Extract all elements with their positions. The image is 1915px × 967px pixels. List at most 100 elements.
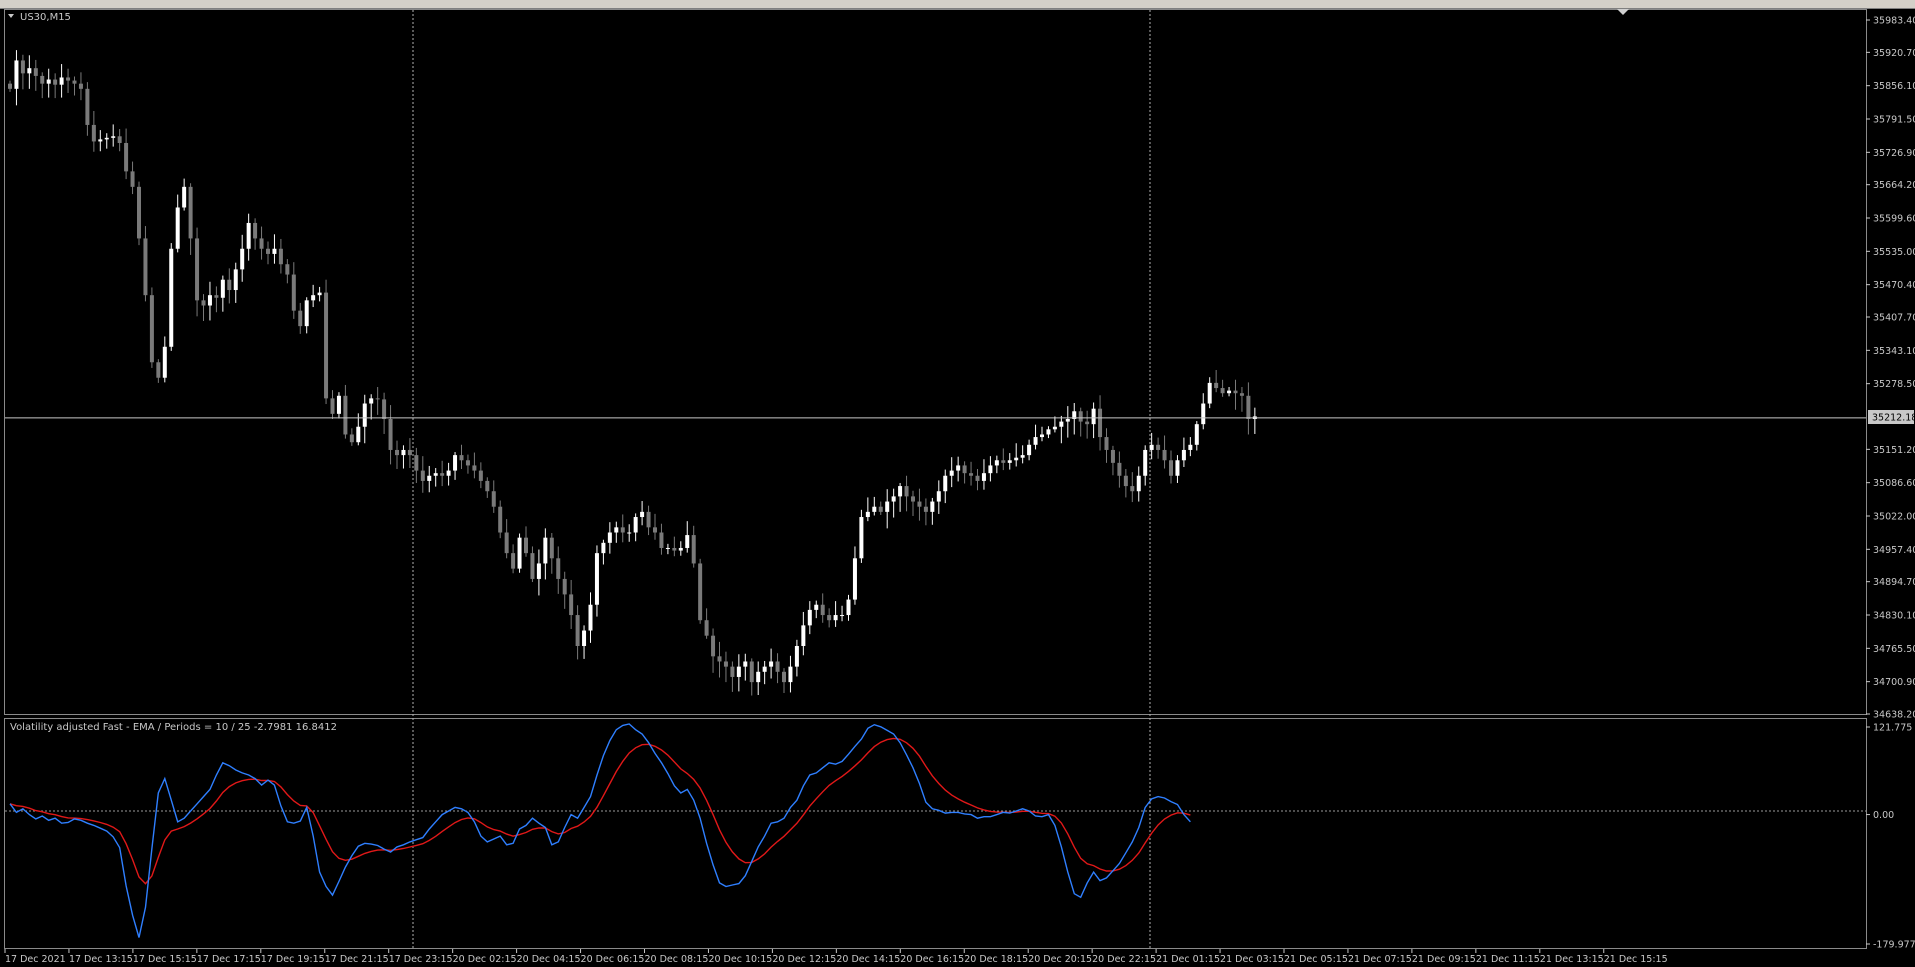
candle-body xyxy=(1078,411,1083,422)
candle-body xyxy=(556,558,561,579)
candle-body xyxy=(304,300,309,327)
candle-body xyxy=(898,486,903,497)
price-axis-label: 35407.70 xyxy=(1873,313,1915,324)
candle-body xyxy=(782,671,786,683)
candle-body xyxy=(923,506,928,512)
price-axis-label: 35726.90 xyxy=(1873,148,1915,159)
candle-body xyxy=(1007,460,1012,463)
candle-body xyxy=(627,532,632,534)
price-axis-label: 35983.40 xyxy=(1873,16,1915,27)
time-axis[interactable]: 17 Dec 2021 17 Dec 13:15 17 Dec 15:15 17 De… xyxy=(4,949,1668,965)
candle-body xyxy=(594,553,599,605)
candle-body xyxy=(607,532,612,543)
candle-body xyxy=(562,578,567,595)
time-axis-label: 17 Dec 19:15 xyxy=(261,954,325,965)
candle-body xyxy=(743,661,748,667)
candle-body xyxy=(575,615,580,647)
candle-body xyxy=(801,625,806,647)
candle-body xyxy=(1110,449,1115,463)
time-axis-label: 20 Dec 20:15 xyxy=(1028,954,1092,965)
candle-body xyxy=(736,666,741,677)
candle-body xyxy=(375,398,380,400)
candle-body xyxy=(569,594,574,616)
candle-body xyxy=(46,79,51,84)
candle-body xyxy=(504,532,509,554)
candle-body xyxy=(59,77,64,85)
candle-body xyxy=(543,537,548,564)
candle-body xyxy=(1214,382,1219,389)
candle-body xyxy=(382,399,387,420)
candle-body xyxy=(949,470,954,476)
candle-body xyxy=(698,563,703,621)
candle-body xyxy=(175,207,180,249)
candle-body xyxy=(1201,403,1206,425)
candle-body xyxy=(859,517,864,559)
candle-body xyxy=(137,186,141,239)
chart-window[interactable]: US30,M15 Volatility adjusted Fast - EMA … xyxy=(0,0,1915,967)
candle-body xyxy=(711,635,716,657)
candle-body xyxy=(1233,390,1238,394)
time-axis-label: 17 Dec 17:15 xyxy=(197,954,261,965)
time-axis-label: 20 Dec 18:15 xyxy=(964,954,1028,965)
price-axis-label: 35151.20 xyxy=(1873,445,1915,456)
candle-body xyxy=(1207,382,1212,404)
indicator-axis-label: 0.00 xyxy=(1873,810,1894,821)
candle-body xyxy=(865,511,870,518)
indicator-subwindow-border xyxy=(4,718,1867,949)
price-axis[interactable]: 35983.40 35920.70 35856.10 35791.50 35726.90… xyxy=(1866,16,1915,721)
candle-body xyxy=(1052,426,1057,430)
time-axis-label: 20 Dec 14:15 xyxy=(836,954,900,965)
candle-body xyxy=(259,238,264,249)
candle-body xyxy=(195,238,200,301)
candle-body xyxy=(827,615,832,621)
candle-body xyxy=(472,465,477,471)
candle-body xyxy=(1001,460,1006,463)
indicator-axis-label: 121.775 xyxy=(1873,723,1912,734)
indicator-title: Volatility adjusted Fast - EMA / Periods… xyxy=(10,722,337,733)
candle-body xyxy=(511,553,516,569)
chart-shift-marker-icon[interactable] xyxy=(1617,9,1629,15)
candle-body xyxy=(1162,449,1167,461)
candle-body xyxy=(1104,437,1109,450)
candle-body xyxy=(1033,437,1038,445)
chart-menu-triangle-icon[interactable] xyxy=(8,14,14,18)
candle-body xyxy=(465,460,470,466)
candle-body xyxy=(1181,449,1186,461)
price-axis-label: 35856.10 xyxy=(1873,81,1915,92)
candle-body xyxy=(1220,388,1225,394)
time-axis-label: 20 Dec 12:15 xyxy=(772,954,836,965)
price-axis-label: 35791.50 xyxy=(1873,115,1915,126)
candle-body xyxy=(659,532,664,548)
candle-body xyxy=(943,475,948,492)
candle-body xyxy=(446,470,451,476)
candle-body xyxy=(665,547,670,549)
chart-symbol-label: US30,M15 xyxy=(20,12,71,23)
indicator-axis[interactable]: 121.775 0.00 -179.9771 xyxy=(1866,723,1915,951)
candle-body xyxy=(975,475,980,481)
candle-body xyxy=(395,449,399,456)
time-axis-label: 21 Dec 11:15 xyxy=(1476,954,1540,965)
time-axis-label: 20 Dec 16:15 xyxy=(900,954,964,965)
candle-body xyxy=(285,264,290,275)
price-axis-label: 34765.50 xyxy=(1873,644,1915,655)
candle-body xyxy=(220,279,225,298)
candle-body xyxy=(1098,408,1103,438)
candle-body xyxy=(272,248,277,254)
time-axis-label: 21 Dec 05:15 xyxy=(1284,954,1348,965)
candle-body xyxy=(427,475,432,481)
time-axis-label: 20 Dec 08:15 xyxy=(645,954,709,965)
candle-body xyxy=(278,248,283,265)
candle-body xyxy=(911,496,915,502)
candle-body xyxy=(878,506,883,512)
candle-body xyxy=(1188,444,1193,450)
candle-body xyxy=(433,473,438,476)
candle-body xyxy=(846,599,851,616)
indicator-fast-line xyxy=(9,723,1191,938)
candle-body xyxy=(981,473,986,481)
candle-body xyxy=(362,403,367,427)
price-axis-label: 34700.90 xyxy=(1873,677,1915,688)
time-axis-label: 21 Dec 07:15 xyxy=(1348,954,1412,965)
candle-body xyxy=(311,295,316,301)
candle-body xyxy=(1046,429,1051,435)
candle-body xyxy=(1117,462,1122,476)
